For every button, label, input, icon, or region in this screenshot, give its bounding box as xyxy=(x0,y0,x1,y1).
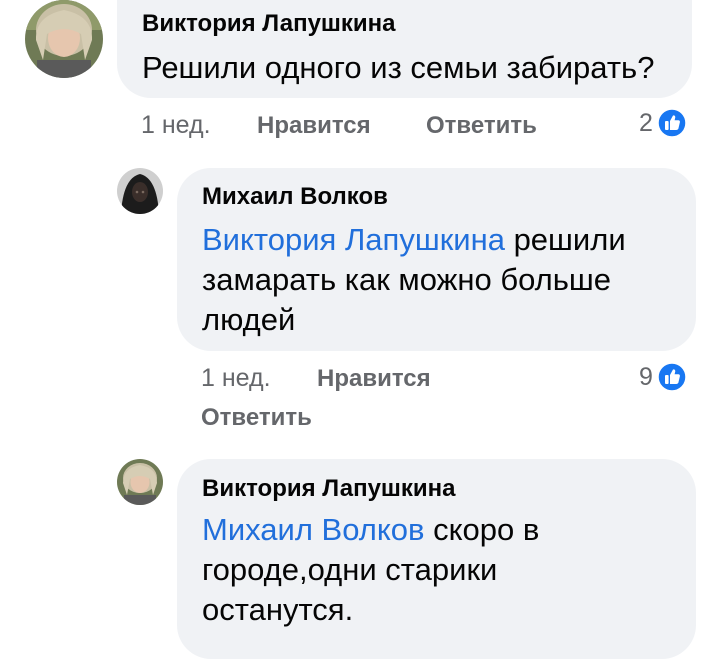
mention-link[interactable]: Михаил Волков xyxy=(202,512,425,547)
comment-author[interactable]: Виктория Лапушкина xyxy=(202,475,456,503)
comment-author[interactable]: Виктория Лапушкина xyxy=(142,10,396,38)
comment-text: Решили одного из семьи забирать? xyxy=(142,50,655,85)
avatar-viktoria[interactable] xyxy=(25,0,103,78)
like-button[interactable]: Нравится xyxy=(317,365,431,393)
comment-text-fragment: скоро в xyxy=(433,512,540,547)
reaction-count[interactable]: 2 xyxy=(639,108,687,138)
like-thumb-icon xyxy=(657,108,687,138)
mention-link[interactable]: Виктория Лапушкина xyxy=(202,222,505,257)
comment-text-line: Михаил Волков скоро в xyxy=(202,510,682,550)
comment-timestamp[interactable]: 1 нед. xyxy=(201,364,271,393)
reaction-count[interactable]: 9 xyxy=(639,362,687,392)
comment-author[interactable]: Михаил Волков xyxy=(202,183,388,211)
avatar-mikhail[interactable] xyxy=(117,168,163,214)
comment-text: Виктория Лапушкина решили замарать как м… xyxy=(202,220,682,340)
comment-text-line: замарать как можно больше xyxy=(202,262,612,297)
comment-text-line: людей xyxy=(202,302,296,337)
avatar-viktoria[interactable] xyxy=(117,459,163,505)
like-button[interactable]: Нравится xyxy=(257,112,371,140)
reaction-count-value: 2 xyxy=(639,108,653,137)
comment-text-line: Виктория Лапушкина решили xyxy=(202,220,682,260)
comment-text-line: городе,одни старики xyxy=(202,552,498,587)
comment-text-fragment: решили xyxy=(513,222,626,257)
comment-text-line: останутся. xyxy=(202,592,354,627)
like-thumb-icon xyxy=(657,362,687,392)
comment-text: Михаил Волков скоро в городе,одни старик… xyxy=(202,510,682,630)
reaction-count-value: 9 xyxy=(639,362,653,391)
comment-timestamp[interactable]: 1 нед. xyxy=(141,111,211,140)
reply-button[interactable]: Ответить xyxy=(426,112,537,140)
reply-button[interactable]: Ответить xyxy=(201,404,312,432)
